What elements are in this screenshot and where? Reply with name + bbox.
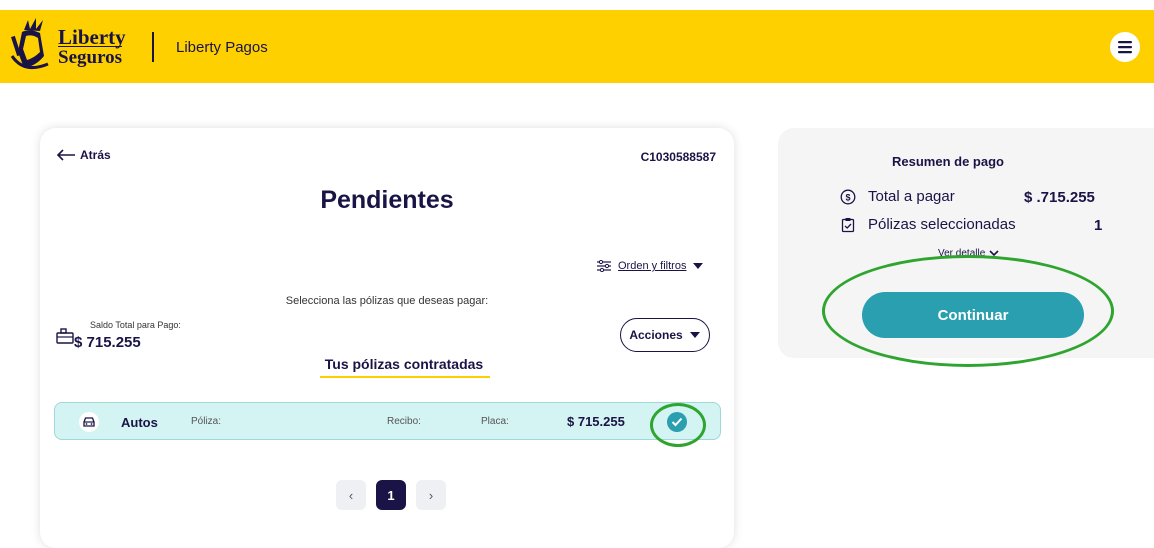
header-title: Liberty Pagos [176,39,268,56]
tab-polizas-contratadas[interactable]: Tus pólizas contratadas [318,356,490,372]
car-icon-wrapper [79,412,99,432]
dollar-circle-icon: $ [840,189,856,204]
car-icon [83,417,95,427]
summary-polizas-label: Pólizas seleccionadas [868,216,1016,233]
back-label: Atrás [80,148,111,162]
policy-row[interactable]: Autos Póliza: Recibo: Placa: $ 715.255 [54,402,721,440]
caret-down-icon [693,263,704,269]
header-divider [152,32,154,62]
logo-text-liberty: Liberty [58,25,126,49]
hamburger-menu-button[interactable] [1110,32,1140,62]
acciones-label: Acciones [629,328,683,342]
arrow-left-icon [56,149,75,161]
policy-type: Autos [121,415,158,430]
order-filters-button[interactable]: Orden y filtros [596,260,704,272]
saldo-total-label: Saldo Total para Pago: [90,320,181,330]
clipboard-check-icon [841,217,855,232]
top-header: Liberty Seguros Liberty Pagos [0,10,1154,83]
back-link[interactable]: Atrás [56,148,111,162]
pending-policies-card: Atrás C1030588587 Pendientes Orden y fil… [40,128,734,548]
summary-polizas-row: Pólizas seleccionadas [840,216,1016,233]
filters-label: Orden y filtros [618,260,687,272]
svg-text:$: $ [845,192,850,202]
annotation-circle-checkbox [650,403,706,447]
poliza-label: Póliza: [191,416,222,427]
filter-sliders-icon [597,260,611,272]
summary-total-value: $ .715.255 [1024,189,1095,206]
summary-polizas-value: 1 [1094,217,1103,234]
logo-text-seguros: Seguros [58,47,123,68]
liberty-logo[interactable]: Liberty Seguros [10,16,130,76]
select-policies-hint: Selecciona las pólizas que deseas pagar: [285,295,489,307]
annotation-circle-continue [822,255,1114,367]
caret-down-icon [689,332,700,338]
hamburger-menu-icon [1118,41,1132,54]
summary-title: Resumen de pago [892,154,1004,169]
pagination: ‹ 1 › [336,480,446,510]
wallet-icon [56,328,74,344]
pagination-prev-button[interactable]: ‹ [336,480,366,510]
liberty-logo-icon [10,18,49,70]
summary-total-row: $ Total a pagar [840,188,955,205]
saldo-total-amount: $ 715.255 [74,334,141,351]
client-id: C1030588587 [640,150,716,164]
page-title: Pendientes [320,186,454,214]
pagination-next-button[interactable]: › [416,480,446,510]
tab-active-indicator [320,376,490,378]
pagination-page-1[interactable]: 1 [376,480,406,510]
placa-label: Placa: [481,416,509,427]
acciones-button[interactable]: Acciones [620,318,710,352]
policy-amount: $ 715.255 [567,414,625,429]
recibo-label: Recibo: [387,416,421,427]
summary-total-label: Total a pagar [868,188,955,205]
